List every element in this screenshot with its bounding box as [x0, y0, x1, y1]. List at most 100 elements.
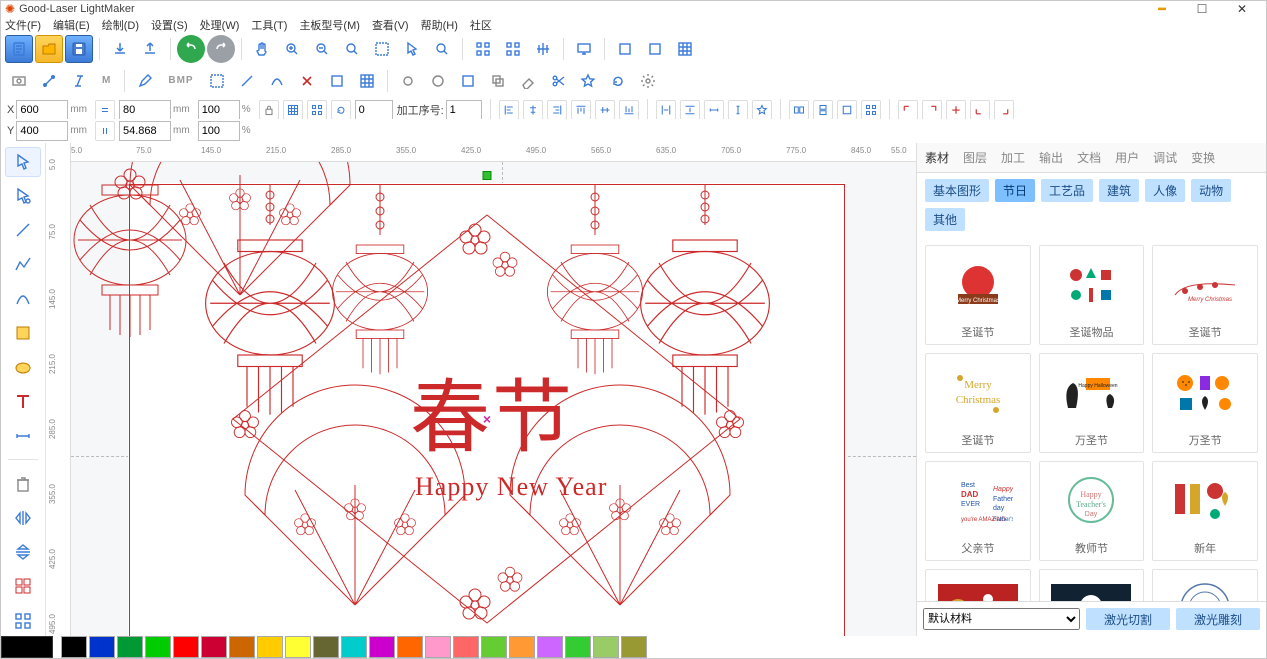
anchor-grid-icon[interactable] [283, 100, 303, 120]
zoom-actual-button[interactable] [428, 35, 456, 63]
cat-animal[interactable]: 动物 [1191, 179, 1231, 202]
layers-button[interactable] [353, 67, 381, 95]
m-mode-button[interactable]: M [95, 67, 118, 95]
current-color-swatch[interactable] [1, 636, 53, 658]
tile-v-button[interactable] [641, 35, 669, 63]
pen-tool-button[interactable] [131, 67, 159, 95]
align-top-icon[interactable] [571, 100, 591, 120]
bmp-button[interactable]: BMP [161, 67, 200, 95]
ellipse-tool[interactable] [5, 352, 41, 382]
swap-wh-icon[interactable] [95, 121, 115, 141]
color-swatch[interactable] [341, 636, 367, 658]
material-item[interactable]: 万圣节 [1152, 353, 1258, 453]
width-input[interactable] [119, 100, 171, 120]
rotation-input[interactable] [355, 100, 393, 120]
mirror-v-tool[interactable] [5, 537, 41, 567]
align-left-icon[interactable] [499, 100, 519, 120]
dimension-tool[interactable] [5, 421, 41, 451]
snap-topright-icon[interactable] [922, 100, 942, 120]
delete-tool[interactable] [5, 468, 41, 498]
coord-x-input[interactable] [16, 100, 68, 120]
tab-process[interactable]: 加工 [1001, 149, 1025, 166]
color-swatch[interactable] [537, 636, 563, 658]
material-item[interactable]: HappyTeacher'sDay教师节 [1039, 461, 1145, 561]
tab-output[interactable]: 输出 [1039, 149, 1063, 166]
frame-button[interactable] [454, 67, 482, 95]
import-button[interactable] [106, 35, 134, 63]
color-swatch[interactable] [229, 636, 255, 658]
align-hcenter-icon[interactable] [523, 100, 543, 120]
snap-center-icon[interactable] [946, 100, 966, 120]
material-item[interactable]: Merry Christmas圣诞节 [925, 245, 1031, 345]
select-tool[interactable] [5, 147, 41, 177]
record-button[interactable] [394, 67, 422, 95]
canvas[interactable]: × [71, 162, 916, 636]
polyline-tool[interactable] [5, 250, 41, 280]
color-swatch[interactable] [313, 636, 339, 658]
color-swatch[interactable] [173, 636, 199, 658]
cat-basic[interactable]: 基本图形 [925, 179, 989, 202]
snap-topleft-icon[interactable] [898, 100, 918, 120]
break-button[interactable] [293, 67, 321, 95]
zoom-selection-button[interactable] [368, 35, 396, 63]
lock-aspect-icon[interactable] [259, 100, 279, 120]
same-height-icon[interactable] [813, 100, 833, 120]
menu-process[interactable]: 处理(W) [200, 17, 240, 33]
color-swatch[interactable] [285, 636, 311, 658]
same-size-icon[interactable] [837, 100, 857, 120]
color-swatch[interactable] [481, 636, 507, 658]
wand-button[interactable] [574, 67, 602, 95]
cat-craft[interactable]: 工艺品 [1041, 179, 1093, 202]
window-close-button[interactable]: ✕ [1222, 2, 1262, 16]
outline-button[interactable] [323, 67, 351, 95]
height-input[interactable] [119, 121, 171, 141]
cut-shapes-button[interactable] [544, 67, 572, 95]
align-bottom-icon[interactable] [619, 100, 639, 120]
space-v-icon[interactable] [728, 100, 748, 120]
tab-debug[interactable]: 调试 [1153, 149, 1177, 166]
undo-button[interactable] [177, 35, 205, 63]
menu-community[interactable]: 社区 [470, 17, 492, 33]
color-swatch[interactable] [117, 636, 143, 658]
italic-button[interactable] [65, 67, 93, 95]
settings-button[interactable] [634, 67, 662, 95]
zoom-fit-button[interactable] [338, 35, 366, 63]
menu-edit[interactable]: 编辑(E) [53, 17, 90, 33]
space-h-icon[interactable] [704, 100, 724, 120]
reload-button[interactable] [604, 67, 632, 95]
dist-v-icon[interactable] [680, 100, 700, 120]
tab-layers[interactable]: 图层 [963, 149, 987, 166]
menu-settings[interactable]: 设置(S) [151, 17, 188, 33]
align-right-icon[interactable] [547, 100, 567, 120]
color-swatch[interactable] [593, 636, 619, 658]
mirror-h-tool[interactable] [5, 503, 41, 533]
material-item[interactable]: Merry Christmas圣诞节 [1152, 245, 1258, 345]
zoom-in-button[interactable] [278, 35, 306, 63]
rect-tool[interactable] [5, 318, 41, 348]
curve-tool[interactable] [5, 284, 41, 314]
color-swatch[interactable] [145, 636, 171, 658]
stop-button[interactable] [424, 67, 452, 95]
redo-button[interactable] [207, 35, 235, 63]
center-page-icon[interactable] [752, 100, 772, 120]
line-tool[interactable] [5, 215, 41, 245]
menu-draw[interactable]: 绘制(D) [102, 17, 139, 33]
scale-x-input[interactable] [198, 100, 240, 120]
monitor-button[interactable] [570, 35, 598, 63]
selection-handle-top[interactable] [483, 171, 492, 180]
material-item[interactable]: Happy Halloween万圣节 [1039, 353, 1145, 453]
eraser-button[interactable] [514, 67, 542, 95]
grid-array-icon[interactable] [307, 100, 327, 120]
zoom-pointer-button[interactable] [398, 35, 426, 63]
color-swatch[interactable] [89, 636, 115, 658]
tab-material[interactable]: 素材 [925, 149, 949, 166]
color-swatch[interactable] [565, 636, 591, 658]
color-swatch[interactable] [61, 636, 87, 658]
snap-botleft-icon[interactable] [970, 100, 990, 120]
menu-tools[interactable]: 工具(T) [251, 17, 287, 33]
window-maximize-button[interactable]: ☐ [1182, 2, 1222, 16]
group-button[interactable] [469, 35, 497, 63]
material-item[interactable]: 新年 [1152, 461, 1258, 561]
tab-transform[interactable]: 变换 [1191, 149, 1215, 166]
align-vcenter-icon[interactable] [595, 100, 615, 120]
